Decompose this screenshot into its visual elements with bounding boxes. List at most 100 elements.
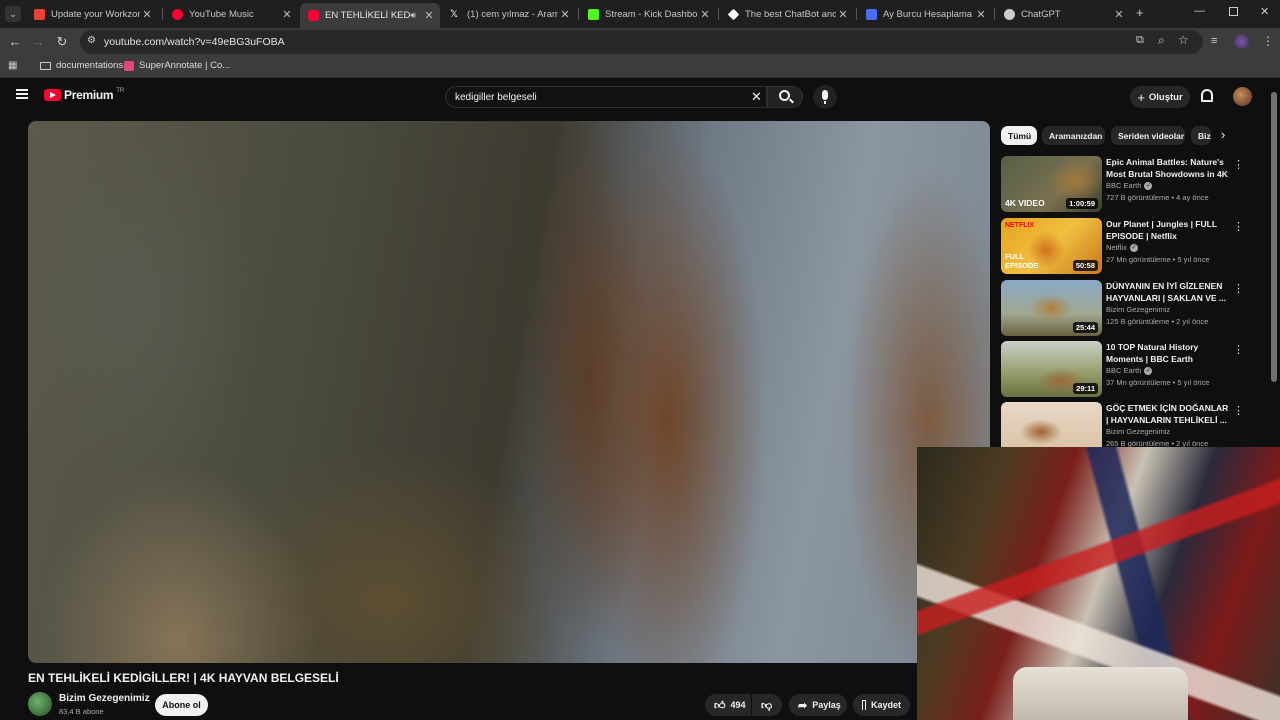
tab-chatgpt[interactable]: ChatGPT ✕ [996, 3, 1130, 25]
youtube-play-icon [44, 89, 61, 101]
page-scrollbar[interactable] [1271, 92, 1277, 382]
chip-series[interactable]: Seriden videolar [1111, 126, 1185, 145]
recommendation-channel[interactable]: BBC Earth ✓ [1106, 366, 1153, 375]
speaker-icon[interactable]: 🔊︎ [410, 10, 416, 21]
tab-current-video[interactable]: EN TEHLİKELİ KEDİGİ 🔊︎ ✕ [300, 3, 440, 28]
recommendation-channel[interactable]: Bizim Gezegenimiz [1106, 305, 1170, 314]
tab-chatbot[interactable]: The best ChatBot and Wr ✕ [720, 3, 854, 25]
bookmark-superannotate[interactable]: SuperAnnotate | Co... [124, 60, 230, 71]
video-player[interactable] [28, 121, 990, 663]
tab-kick[interactable]: Stream - Kick Dashboard ✕ [580, 3, 716, 25]
search-input[interactable]: kedigiller belgeseli [455, 92, 537, 103]
tab-x-search[interactable]: 𝕏 (1) cem yılmaz - Arama / X ✕ [442, 3, 576, 25]
zoom-icon[interactable]: ⌕ [1158, 33, 1165, 48]
recommendation-channel[interactable]: Bizim Gezegenimiz [1106, 427, 1170, 436]
chip-from-search[interactable]: Aramanızdan [1042, 126, 1105, 145]
create-label: Oluştur [1148, 91, 1183, 103]
search-box[interactable]: kedigiller belgeseli ✕ [445, 86, 767, 108]
save-button[interactable]: Kaydet [853, 694, 910, 716]
hamburger-menu-icon[interactable] [16, 89, 28, 99]
clear-search-icon[interactable]: ✕ [751, 89, 762, 105]
site-info-icon[interactable]: ⚙︎ [87, 35, 96, 46]
more-options-icon[interactable]: ⋮ [1233, 343, 1244, 356]
close-tab-icon[interactable]: ✕ [836, 8, 850, 21]
close-tab-icon[interactable]: ✕ [698, 8, 712, 21]
more-options-icon[interactable]: ⋮ [1233, 158, 1244, 171]
more-options-icon[interactable]: ⋮ [1233, 282, 1244, 295]
create-button[interactable]: + Oluştur [1130, 86, 1190, 108]
tab-search-dropdown-icon[interactable]: ⌄ [5, 6, 21, 22]
notifications-bell-icon[interactable] [1201, 89, 1213, 102]
close-tab-icon[interactable]: ✕ [140, 8, 154, 21]
apps-grid-icon[interactable]: ▦ [8, 60, 17, 71]
thumbs-up-icon: 👍︎ [714, 699, 726, 712]
youtube-logo[interactable]: Premium TR [44, 88, 124, 102]
share-label: Paylaş [812, 700, 841, 710]
close-tab-icon[interactable]: ✕ [558, 8, 572, 21]
bookmark-star-icon[interactable]: ☆ [1178, 33, 1189, 47]
new-tab-icon[interactable]: + [1136, 5, 1144, 20]
chip-channel[interactable]: Bizim [1191, 126, 1211, 145]
voice-search-button[interactable] [813, 85, 837, 109]
recommendation-item[interactable]: 4K VIDEO 1:00:59 Epic Animal Battles: Na… [1001, 156, 1246, 212]
recommendation-title[interactable]: 10 TOP Natural History Moments | BBC Ear… [1106, 341, 1232, 365]
tab-title: EN TEHLİKELİ KEDİGİ [325, 10, 411, 21]
microphone-icon [822, 90, 828, 100]
bookmark-icon [862, 700, 866, 710]
recommendation-title[interactable]: DÜNYANIN EN İYİ GİZLENEN HAYVANLARI | SA… [1106, 280, 1232, 304]
channel-name[interactable]: Bizim Gezegenimiz [59, 693, 150, 704]
video-thumbnail[interactable]: 29:11 [1001, 341, 1102, 397]
omnibox[interactable]: ⚙︎ youtube.com/watch?v=49eBG3uFOBA ⧉ ⌕ ☆ [80, 30, 1203, 54]
more-options-icon[interactable]: ⋮ [1233, 404, 1244, 417]
like-button[interactable]: 👍︎ 494 [705, 694, 751, 716]
video-thumbnail[interactable]: NETFLIX FULL EPISODE 50:58 [1001, 218, 1102, 274]
back-icon[interactable]: ← [6, 33, 24, 51]
channel-avatar[interactable] [28, 692, 52, 716]
browser-menu-icon[interactable]: ⋮ [1262, 34, 1274, 48]
tab-workzone[interactable]: Update your Workzone p ✕ [26, 3, 158, 25]
recommendation-item[interactable]: NETFLIX FULL EPISODE 50:58 Our Planet | … [1001, 218, 1246, 274]
tab-youtube-music[interactable]: YouTube Music ✕ [164, 3, 298, 25]
bookmarks-bar: ▦ documentations SuperAnnotate | Co... [0, 56, 1280, 78]
tab-title: The best ChatBot and Wr [745, 8, 836, 20]
tab-title: ChatGPT [1021, 8, 1061, 20]
media-controls-icon[interactable]: ≡ [1211, 35, 1217, 47]
bookmark-documentations[interactable]: documentations [40, 60, 123, 71]
tab-ay-burcu[interactable]: Ay Burcu Hesaplama - Hİ ✕ [858, 3, 992, 25]
gmail-icon [34, 8, 45, 20]
video-thumbnail[interactable]: 25:44 [1001, 280, 1102, 336]
close-tab-icon[interactable]: ✕ [422, 9, 436, 22]
more-options-icon[interactable]: ⋮ [1233, 220, 1244, 233]
minimize-icon[interactable]: — [1194, 5, 1205, 17]
account-avatar[interactable] [1233, 87, 1252, 106]
video-duration: 25:44 [1072, 322, 1098, 333]
close-window-icon[interactable]: ✕ [1260, 5, 1269, 18]
share-button[interactable]: ➦ Paylaş [789, 694, 847, 716]
diamond-icon [727, 8, 740, 20]
search-button[interactable] [767, 86, 803, 108]
reload-icon[interactable]: ↻ [53, 33, 71, 51]
chip-all[interactable]: Tümü [1001, 126, 1037, 145]
recommendation-title[interactable]: Our Planet | Jungles | FULL EPISODE | Ne… [1106, 218, 1232, 242]
webcam-overlay [917, 447, 1280, 720]
thumbnail-overlay: 4K VIDEO [1005, 198, 1045, 208]
recommendation-title[interactable]: GÖÇ ETMEK İÇİN DOĞANLAR | HAYVANLARIN TE… [1106, 402, 1232, 426]
profile-avatar[interactable] [1234, 34, 1249, 49]
recommendation-item[interactable]: 25:44 DÜNYANIN EN İYİ GİZLENEN HAYVANLAR… [1001, 280, 1246, 336]
close-tab-icon[interactable]: ✕ [280, 8, 294, 21]
recommendation-channel[interactable]: Netflix ✓ [1106, 243, 1138, 252]
recommendation-channel[interactable]: BBC Earth ✓ [1106, 181, 1153, 190]
close-tab-icon[interactable]: ✕ [1112, 8, 1126, 21]
install-app-icon[interactable]: ⧉ [1136, 34, 1144, 47]
restore-icon[interactable] [1229, 7, 1238, 16]
video-thumbnail[interactable]: 4K VIDEO 1:00:59 [1001, 156, 1102, 212]
close-tab-icon[interactable]: ✕ [974, 8, 988, 21]
dislike-button[interactable]: 👎︎ [752, 694, 782, 716]
logo-region: TR [116, 88, 125, 94]
chip-scroll-right-icon[interactable]: › [1221, 127, 1225, 142]
subscribe-button[interactable]: Abone ol [155, 694, 208, 716]
url-text[interactable]: youtube.com/watch?v=49eBG3uFOBA [104, 36, 285, 48]
forward-icon[interactable]: → [29, 33, 47, 51]
recommendation-item[interactable]: 29:11 10 TOP Natural History Moments | B… [1001, 341, 1246, 397]
recommendation-title[interactable]: Epic Animal Battles: Nature's Most Bruta… [1106, 156, 1232, 180]
